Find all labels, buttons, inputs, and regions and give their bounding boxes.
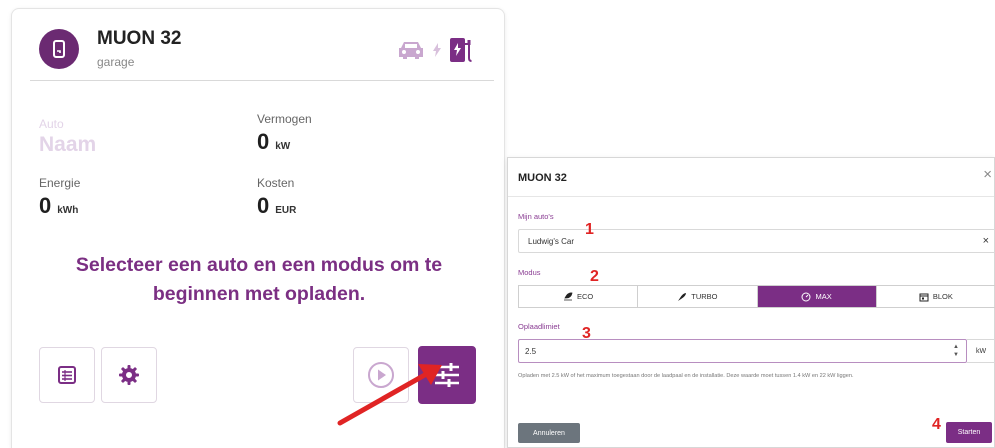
spinner-icon[interactable]: ▲ ▼ (953, 343, 959, 359)
step-1-annotation: 1 (585, 221, 594, 238)
limit-label: Oplaadlimiet (518, 322, 560, 331)
mode-blok[interactable]: BLOK (877, 286, 995, 307)
limit-value: 2.5 (525, 347, 537, 356)
screenshot-stage: MUON 32 garage Auto Naam Vermogen 0 kW E… (0, 0, 995, 448)
close-icon[interactable]: × (983, 166, 992, 183)
mode-max[interactable]: MAX (757, 286, 877, 307)
limit-unit: kW (967, 339, 995, 363)
car-select-value: Ludwig's Car (528, 237, 574, 246)
mode-max-label: MAX (815, 292, 832, 301)
step-3-annotation: 3 (582, 325, 591, 342)
limit-help-text: Opladen met 2.5 kW of het maximum toeges… (518, 373, 854, 379)
mode-label: Modus (518, 268, 541, 277)
mode-eco-label: ECO (576, 292, 594, 301)
my-cars-label: Mijn auto's (518, 212, 554, 221)
calendar-icon (919, 293, 929, 301)
mode-eco[interactable]: ECO (519, 286, 639, 307)
clear-icon[interactable]: × (983, 235, 989, 247)
rocket-icon (678, 292, 687, 301)
mode-turbo-label: TURBO (691, 292, 718, 301)
charge-dialog: MUON 32 × Mijn auto's Ludwig's Car × Mod… (507, 157, 995, 448)
cancel-button[interactable]: Annuleren (518, 423, 580, 443)
step-2-annotation: 2 (590, 268, 599, 285)
dialog-divider (508, 196, 994, 197)
start-button[interactable]: Starten (946, 422, 992, 443)
gauge-icon (801, 292, 811, 301)
mode-selector: ECO TURBO MAX BLOK (518, 285, 995, 308)
step-4-annotation: 4 (932, 416, 941, 433)
dialog-title: MUON 32 (518, 172, 567, 184)
mode-blok-label: BLOK (932, 292, 953, 301)
mode-turbo[interactable]: TURBO (638, 286, 758, 307)
leaf-icon (563, 292, 573, 301)
